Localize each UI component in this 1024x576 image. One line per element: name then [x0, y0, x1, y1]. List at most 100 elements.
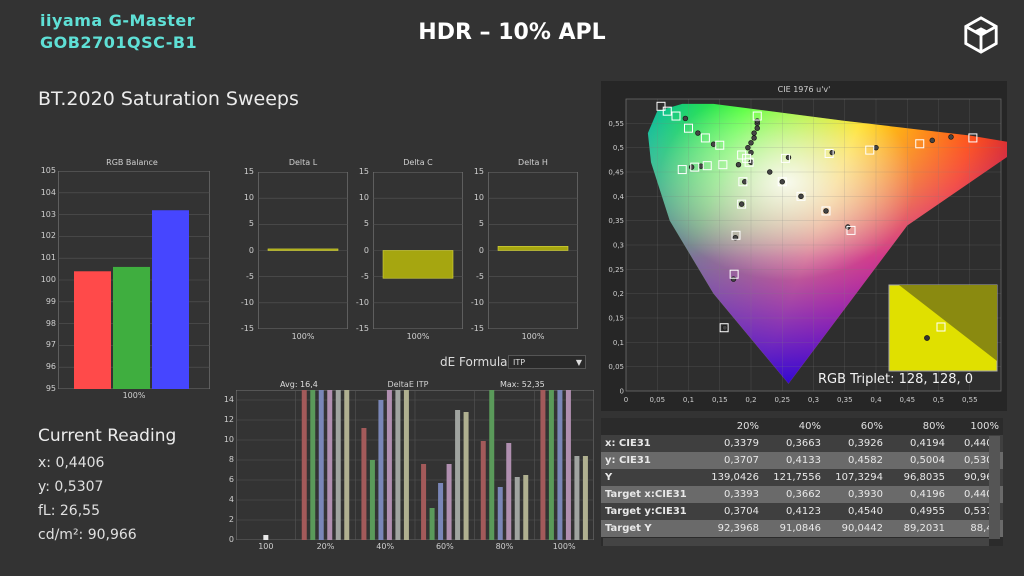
page-title: HDR – 10% APL: [418, 20, 606, 45]
y-tick-label: -15: [355, 324, 369, 333]
de-formula-select[interactable]: ITP ▼: [508, 355, 586, 369]
deltae-bar: [540, 390, 546, 540]
y-tick-label: -5: [361, 271, 369, 281]
delta-panel: Delta C 15 10 5 0 -5 -10 -15 100%: [353, 158, 463, 344]
y-tick-label: 0: [228, 535, 234, 544]
table-row: x: CIE31 0,3379 0,3663 0,3926 0,4194 0,4406: [601, 435, 1003, 452]
deltae-bar: [514, 477, 520, 540]
deltae-bar: [344, 390, 350, 540]
deltae-xaxis: 100 20% 40% 60% 80% 100%: [236, 542, 594, 552]
deltae-title: DeltaE ITP: [387, 380, 429, 389]
x-tick-label: 0,3: [808, 396, 819, 404]
table-cell: 0,4133: [763, 452, 825, 469]
y-tick-label: 8: [228, 455, 234, 464]
deltae-bar: [582, 456, 588, 540]
x-tick-label: 0,55: [962, 396, 978, 404]
column-header: 20%: [701, 418, 763, 435]
deltae-bar: [301, 390, 307, 540]
delta-yaxis: 15 10 5 0 -5 -10 -15: [468, 167, 484, 333]
reading-fl: fL: 26,55: [38, 503, 100, 519]
delta-chart: [488, 172, 578, 329]
delta-panel-title: Delta H: [518, 158, 548, 167]
deltae-bar: [463, 412, 469, 540]
y-tick-label: 0: [478, 245, 484, 255]
x-tick-label: 0: [624, 396, 628, 404]
horizontal-scrollbar[interactable]: [603, 538, 989, 546]
x-tick-label: 0,05: [649, 396, 665, 404]
delta-chart: [258, 172, 348, 329]
rgb-balance-title: RGB Balance: [106, 158, 158, 167]
deltae-bar: [565, 390, 571, 540]
table-cell: 0,3707: [701, 452, 763, 469]
x-tick-label: 0,4: [870, 396, 882, 404]
deltae-bar: [557, 390, 563, 540]
deltae-bar: [263, 535, 269, 540]
section-title: BT.2020 Saturation Sweeps: [38, 88, 299, 110]
y-tick-label: 10: [223, 435, 234, 444]
y-tick-label: 0,45: [608, 169, 624, 177]
table-cell: 0,4540: [825, 503, 887, 520]
y-tick-label: 0,35: [608, 217, 624, 225]
table-cell: 0,3663: [763, 435, 825, 452]
cie-chart: 0 0,05 0,1 0,15 0,2 0,25 0,3 0,35 0,4 0,45 0,5 0,55…: [608, 98, 1007, 404]
table-cell: 92,3968: [701, 520, 763, 537]
delta-panel-title: Delta L: [288, 158, 318, 167]
y-tick-label: 4: [228, 495, 234, 504]
measured-point: [754, 125, 760, 131]
y-tick-label: 105: [40, 166, 56, 175]
table-cell: 0,3926: [825, 435, 887, 452]
deltae-bar: [455, 410, 461, 540]
x-tick-label: 0,15: [712, 396, 728, 404]
deltae-max: Max: 52,35: [500, 380, 545, 389]
x-tick-label: 0,1: [683, 396, 694, 404]
delta-bar: [497, 246, 569, 251]
y-tick-label: 0,2: [613, 290, 624, 298]
measured-point: [948, 134, 954, 140]
table-cell: 0,3393: [701, 486, 763, 503]
row-label: Target y:CIE31: [601, 503, 701, 520]
y-tick-label: 0,05: [608, 363, 624, 371]
rgb-triplet-label: RGB Triplet: 128, 128, 0: [818, 372, 974, 387]
y-tick-label: 0,5: [613, 144, 624, 152]
y-tick-label: 0,1: [613, 339, 624, 347]
measured-point: [798, 193, 804, 200]
delta-panels: Delta L 15 10 5 0 -5 -10 -15 100% Delta C 15 10 5 0 -5…: [238, 158, 578, 344]
deltae-bar: [429, 508, 435, 540]
x-tick-label: 40%: [376, 542, 395, 551]
table-cell: 91,0846: [763, 520, 825, 537]
y-tick-label: 0,25: [608, 266, 624, 274]
de-formula-value: ITP: [513, 358, 526, 367]
measurement-table[interactable]: 20% 40% 60% 80% 100% x: CIE31 0,3379 0,3663 0,39…: [601, 418, 1003, 546]
y-tick-label: 5: [478, 219, 484, 229]
deltae-bar: [386, 390, 392, 540]
y-tick-label: 96: [45, 362, 56, 372]
row-label: Target Y: [601, 520, 701, 537]
x-tick-label: 0,25: [774, 396, 790, 404]
delta-bar: [382, 250, 454, 279]
measured-point: [767, 169, 773, 175]
deltae-bar: [369, 460, 375, 540]
y-tick-label: 0,55: [608, 120, 624, 128]
y-tick-label: 0,3: [613, 242, 624, 250]
deltae-bar: [480, 441, 486, 540]
deltae-bar: [438, 483, 444, 540]
vertical-scrollbar[interactable]: [989, 436, 1000, 539]
y-tick-label: 98: [45, 318, 56, 328]
deltae-bar: [548, 390, 554, 540]
delta-yaxis: 15 10 5 0 -5 -10 -15: [238, 167, 254, 333]
y-tick-label: 15: [243, 167, 254, 176]
delta-xlabel: 100%: [291, 332, 315, 341]
deltae-bar: [378, 400, 384, 540]
reading-x: x: 0,4406: [38, 455, 105, 471]
y-tick-label: 14: [223, 395, 234, 404]
measured-point: [873, 144, 879, 151]
y-tick-label: 104: [40, 187, 56, 197]
chevron-down-icon: ▼: [575, 358, 582, 367]
table-row: y: CIE31 0,3707 0,4133 0,4582 0,5004 0,5307: [601, 452, 1003, 469]
table-row: Y 139,0426 121,7556 107,3294 96,8035 90,966: [601, 469, 1003, 486]
measured-point: [823, 208, 829, 214]
delta-xlabel: 100%: [521, 332, 545, 341]
deltae-bar: [574, 456, 580, 540]
table-cell: 0,4194: [887, 435, 949, 452]
x-tick-label: 80%: [495, 542, 514, 551]
